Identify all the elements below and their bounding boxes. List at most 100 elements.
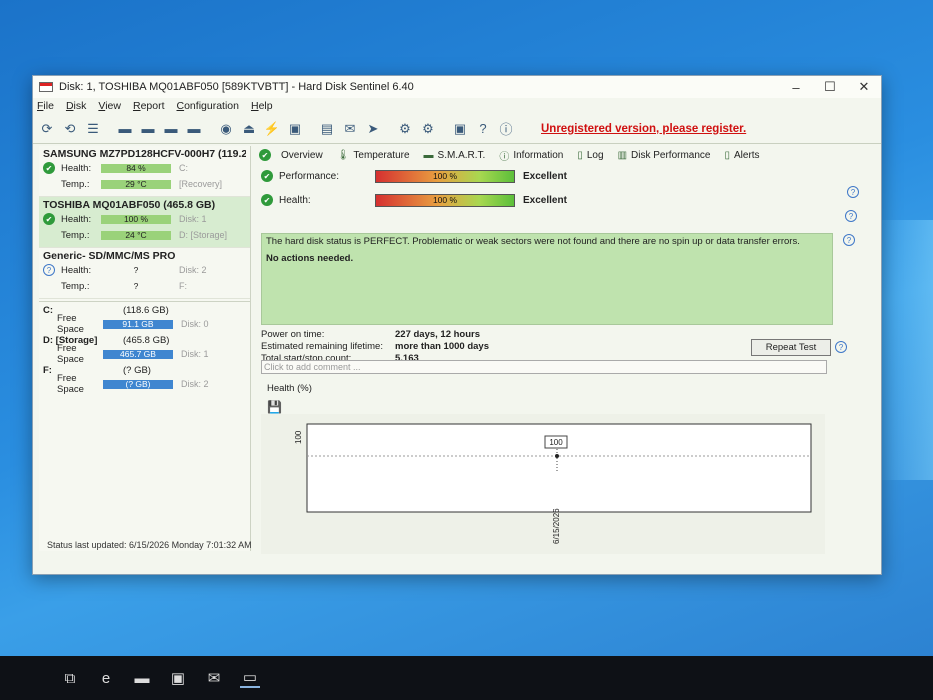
menu-file[interactable]: File <box>37 100 54 112</box>
status-unknown-icon: ? <box>43 264 55 276</box>
disk-check-icon[interactable]: ▬ <box>161 119 181 139</box>
repeat-test-button[interactable]: Repeat Test <box>751 339 831 356</box>
disk-entry-selected[interactable]: TOSHIBA MQ01ABF050 (465.8 GB) ✔ Health: 10… <box>39 197 250 248</box>
menu-report[interactable]: Report <box>133 100 165 112</box>
mail-icon[interactable]: ✉ <box>340 119 360 139</box>
log-icon: ▯ <box>577 149 583 161</box>
hard-disk-sentinel-taskbar-icon[interactable]: ▭ <box>240 668 260 688</box>
settings-icon[interactable]: ⚙ <box>418 119 438 139</box>
disk-entry[interactable]: Generic- SD/MMC/MS PRO ? Health:? Disk: 2 … <box>39 248 250 299</box>
disk-entry[interactable]: SAMSUNG MZ7PD128HCFV-000H7 (119.2 GB) Di… <box>39 146 250 197</box>
tab-label: Information <box>513 149 564 161</box>
disk-list-icon[interactable]: ☰ <box>83 119 103 139</box>
help-icon[interactable]: ? <box>473 119 493 139</box>
disk-tool-icon[interactable]: ▬ <box>184 119 204 139</box>
menu-bar: File Disk View Report Configuration Help <box>33 98 881 114</box>
volume-item[interactable]: F: (? GB) Free Space (? GB) Disk: 2 <box>39 362 250 396</box>
background-glow <box>873 220 933 480</box>
info-icon: ⓘ <box>499 151 510 163</box>
performance-help-icon[interactable]: ? <box>847 186 859 198</box>
file-explorer-icon[interactable]: ▬ <box>132 668 152 688</box>
health-label: Health: <box>61 162 92 174</box>
health-help-icon[interactable]: ? <box>845 210 857 222</box>
comment-field[interactable]: Click to add comment ... <box>261 360 827 374</box>
health-row: ✔ Health: 100 % Excellent <box>257 188 837 212</box>
refresh-icon[interactable]: ⟳ <box>37 119 57 139</box>
task-view-icon[interactable]: ⧉ <box>60 668 80 688</box>
status-text: The hard disk status is PERFECT. Problem… <box>266 236 800 247</box>
free-space-bar: (? GB) <box>103 379 173 389</box>
tab-label: S.M.A.R.T. <box>437 149 486 161</box>
refresh-all-icon[interactable]: ⟲ <box>60 119 80 139</box>
disk-ref: Disk: 1 <box>179 214 207 224</box>
volume-ref: F: <box>179 281 187 291</box>
toolbar: ⟳ ⟲ ☰ ▬ ▬ ▬ ▬ ◉ ⏏ ⚡ ▣ ▤ ✉ ➤ ⚙ ⚙ ▣ ? ⓘ Un… <box>33 114 881 144</box>
tab-disk-performance[interactable]: ▥ Disk Performance <box>618 150 711 161</box>
chart-icon: ▥ <box>617 149 628 161</box>
volume-size: (465.8 GB) <box>123 334 170 346</box>
menu-view[interactable]: View <box>98 100 121 112</box>
health-label: Health: <box>61 213 92 225</box>
globe-icon[interactable]: ◉ <box>216 119 236 139</box>
window-title: Disk: 1, TOSHIBA MQ01ABF050 [589KTVBTT] … <box>59 81 414 93</box>
disk-ref: Disk: 0 <box>181 319 209 329</box>
tab-temperature[interactable]: 🌡 Temperature <box>337 150 410 161</box>
volume-item[interactable]: C: (118.6 GB) Free Space 91.1 GB Disk: 0 <box>39 302 250 336</box>
lifetime-value: more than 1000 days <box>395 341 489 352</box>
report-icon[interactable]: ▤ <box>317 119 337 139</box>
disk-ref: Disk: 2 <box>179 265 207 275</box>
lifetime-label: Estimated remaining lifetime: <box>261 341 383 352</box>
mail-icon[interactable]: ✉ <box>204 668 224 688</box>
volume-ref: D: [Storage] <box>179 230 228 240</box>
device-icon[interactable]: ▣ <box>285 119 305 139</box>
maximize-button[interactable]: ☐ <box>813 76 847 98</box>
menu-help[interactable]: Help <box>251 100 273 112</box>
menu-configuration[interactable]: Configuration <box>177 100 239 112</box>
volume-ref: C: <box>179 163 188 173</box>
data-label: 100 <box>549 438 563 447</box>
volume-item[interactable]: D: [Storage] (465.8 GB) Free Space 465.7 G… <box>39 332 250 366</box>
tab-information[interactable]: ⓘ Information <box>499 148 563 163</box>
tab-log[interactable]: ▯ Log <box>577 150 603 161</box>
info-icon[interactable]: ⓘ <box>496 119 516 139</box>
disk-sidebar: SAMSUNG MZ7PD128HCFV-000H7 (119.2 GB) Di… <box>39 146 251 551</box>
volume-list: C: (118.6 GB) Free Space 91.1 GB Disk: 0 D:… <box>39 301 250 396</box>
status-help-icon[interactable]: ? <box>843 234 855 246</box>
overview-panel: ✔ Overview 🌡 Temperature ▬ S.M.A.R.T. ⓘ Info… <box>257 146 859 554</box>
gear-icon[interactable]: ⚙ <box>395 119 415 139</box>
volume-size: (? GB) <box>123 364 151 376</box>
y-tick-label: 100 <box>294 430 303 444</box>
edge-icon[interactable]: e <box>96 668 116 688</box>
performance-row: ✔ Performance: 100 % Excellent <box>257 164 837 188</box>
disk-ref: Disk: 1 <box>181 349 209 359</box>
check-icon: ✔ <box>259 149 271 161</box>
tab-label: Log <box>586 149 604 161</box>
store-icon[interactable]: ▣ <box>168 668 188 688</box>
disk-surface-icon[interactable]: ▬ <box>138 119 158 139</box>
tab-smart[interactable]: ▬ S.M.A.R.T. <box>424 150 486 161</box>
minimize-button[interactable]: – <box>779 76 813 98</box>
send-icon[interactable]: ➤ <box>363 119 383 139</box>
tab-label: Disk Performance <box>631 149 711 161</box>
plug-icon[interactable]: ⚡ <box>262 119 282 139</box>
camera-icon[interactable]: ▣ <box>450 119 470 139</box>
health-label: Health: <box>279 194 311 206</box>
menu-disk[interactable]: Disk <box>66 100 86 112</box>
temp-label: Temp.: <box>61 178 90 190</box>
performance-bar: 100 % <box>375 169 515 183</box>
disk-test-icon[interactable]: ▬ <box>115 119 135 139</box>
health-bar: 84 % <box>101 163 171 173</box>
title-bar: Disk: 1, TOSHIBA MQ01ABF050 [589KTVBTT] … <box>33 76 881 98</box>
temp-label: Temp.: <box>61 229 90 241</box>
eject-icon[interactable]: ⏏ <box>239 119 259 139</box>
close-button[interactable]: ✕ <box>847 76 881 98</box>
repeat-test-help-icon[interactable]: ? <box>835 341 847 353</box>
unregistered-link[interactable]: Unregistered version, please register. <box>541 123 746 135</box>
tab-overview[interactable]: ✔ Overview <box>259 149 323 161</box>
tab-alerts[interactable]: ▯ Alerts <box>724 150 759 161</box>
disk-name: Generic- SD/MMC/MS PRO <box>43 250 176 262</box>
free-space-bar: 91.1 GB <box>103 319 173 329</box>
save-icon[interactable]: 💾 <box>267 400 282 414</box>
free-space-bar: 465.7 GB <box>103 349 173 359</box>
performance-rating: Excellent <box>523 170 567 182</box>
